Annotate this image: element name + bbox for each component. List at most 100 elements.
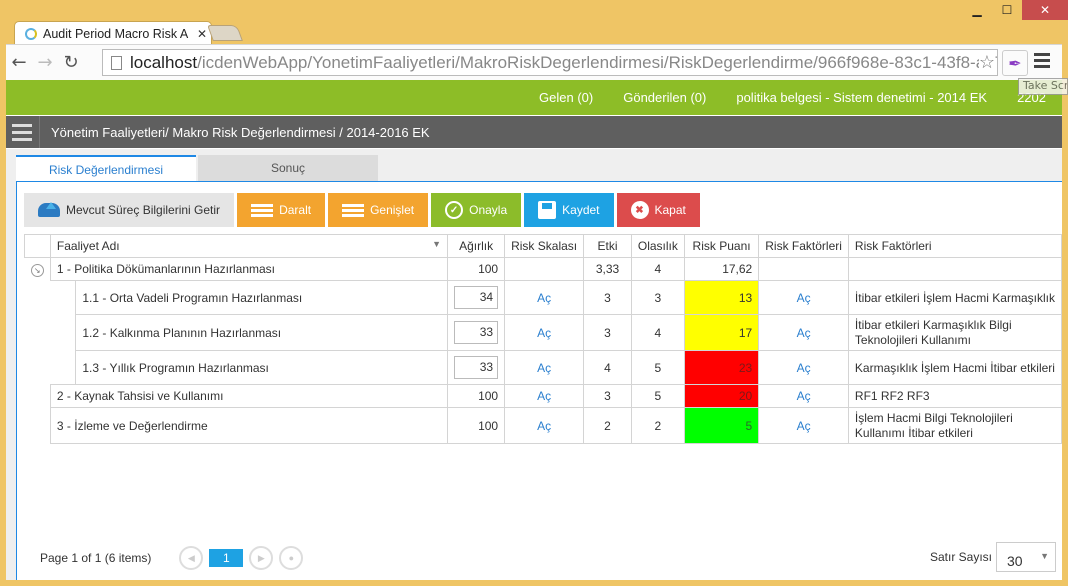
risk-factors-link[interactable]: Aç bbox=[758, 280, 849, 315]
approve-button[interactable]: ✓ Onayla bbox=[431, 193, 522, 227]
screenshot-extension-icon[interactable]: ✒ bbox=[1002, 50, 1028, 76]
rows-label: Satır Sayısı bbox=[929, 550, 992, 564]
risk-factors-link bbox=[758, 257, 849, 281]
tooltip: Take Scr bbox=[1018, 78, 1068, 95]
probability-value: 3 bbox=[630, 280, 685, 315]
col-header-weight[interactable]: Ağırlık bbox=[447, 234, 506, 258]
bookmark-star-icon[interactable]: ☆ bbox=[978, 52, 995, 73]
risk-scale-link[interactable]: Aç bbox=[504, 350, 585, 385]
rows-per-page-select[interactable]: 30 ▼ bbox=[996, 542, 1056, 572]
risk-scale-link[interactable]: Aç bbox=[504, 384, 585, 408]
tab-risk-assessment[interactable]: Risk Değerlendirmesi bbox=[16, 155, 196, 183]
url-path: /icdenWebApp/YonetimFaaliyetleri/MakroRi… bbox=[197, 52, 998, 72]
rows-value: 30 bbox=[1007, 553, 1023, 569]
activity-name: 1.1 - Orta Vadeli Programın Hazırlanması bbox=[75, 280, 449, 315]
weight-input[interactable]: 33 bbox=[454, 356, 499, 379]
impact-value: 3 bbox=[583, 384, 632, 408]
weight-value: 100 bbox=[447, 384, 506, 408]
collapse-button[interactable]: Daralt bbox=[237, 193, 326, 227]
risk-factors: İtibar etkileri İşlem Hacmi Karmaşıklık bbox=[847, 280, 1063, 315]
sort-icon[interactable]: ▼ bbox=[432, 239, 441, 249]
activity-name: 1.3 - Yıllık Programın Hazırlanması bbox=[75, 350, 449, 385]
probability-value: 4 bbox=[630, 314, 685, 351]
risk-factors-link[interactable]: Aç bbox=[758, 384, 849, 408]
show-all-icon[interactable]: ● bbox=[279, 546, 304, 570]
context-label[interactable]: politika belgesi - Sistem denetimi - 201… bbox=[736, 90, 987, 105]
approve-label: Onayla bbox=[469, 203, 508, 217]
content-area: Risk Değerlendirmesi Sonuç Mevcut Süreç … bbox=[6, 149, 1063, 580]
collapse-label: Daralt bbox=[279, 203, 312, 217]
risk-factors-link[interactable]: Aç bbox=[758, 314, 849, 351]
risk-factors: İşlem Hacmi Bilgi Teknolojileri Kullanım… bbox=[847, 407, 1063, 444]
minimize-button[interactable]: ▁ bbox=[962, 0, 992, 20]
page-icon bbox=[111, 55, 122, 70]
address-bar[interactable]: localhost /icdenWebApp/YonetimFaaliyetle… bbox=[102, 49, 998, 76]
fetch-process-button[interactable]: Mevcut Süreç Bilgilerini Getir bbox=[24, 193, 235, 227]
back-button[interactable]: ← bbox=[6, 52, 32, 73]
page-number-button[interactable]: 1 bbox=[209, 549, 244, 567]
browser-toolbar: ← → ↻ localhost /icdenWebApp/YonetimFaal… bbox=[6, 44, 1062, 80]
chevron-down-icon[interactable]: ▼ bbox=[1040, 551, 1049, 561]
browser-titlebar: Audit Period Macro Risk A ✕ ▁ ☐ ✕ bbox=[0, 0, 1068, 45]
rows-per-page: Satır Sayısı 30 ▼ bbox=[930, 542, 1056, 572]
inbox-link[interactable]: Gelen (0) bbox=[539, 90, 593, 105]
risk-scale-link[interactable]: Aç bbox=[504, 314, 585, 351]
save-button[interactable]: Kaydet bbox=[524, 193, 614, 227]
close-window-button[interactable]: ✕ bbox=[1022, 0, 1068, 20]
close-button[interactable]: ✖ Kapat bbox=[616, 193, 700, 227]
new-tab-button[interactable] bbox=[207, 25, 243, 41]
risk-scale-link bbox=[504, 257, 585, 281]
col-header-risk-factors[interactable]: Risk Faktörleri bbox=[847, 234, 1063, 258]
list-expand-icon bbox=[342, 203, 365, 218]
col-header-risk-scale[interactable]: Risk Skalası bbox=[504, 234, 585, 258]
risk-scale-link[interactable]: Aç bbox=[504, 407, 585, 444]
risk-factors: Karmaşıklık İşlem Hacmi İtibar etkileri bbox=[847, 350, 1063, 385]
risk-factors: İtibar etkileri Karmaşıklık Bilgi Teknol… bbox=[847, 314, 1063, 351]
prev-page-icon[interactable]: ◀ bbox=[179, 546, 204, 570]
reload-button[interactable]: ↻ bbox=[58, 52, 84, 73]
table-row: 1.3 - Yıllık Programın Hazırlanması 33 A… bbox=[25, 350, 1063, 385]
weight-value: 100 bbox=[447, 407, 506, 444]
activity-name: 1.2 - Kalkınma Planının Hazırlanması bbox=[75, 314, 449, 351]
table-row: 2 - Kaynak Tahsisi ve Kullanımı 100 Aç 3… bbox=[25, 384, 1063, 408]
table-row: 3 - İzleme ve Değerlendirme 100 Aç 2 2 5… bbox=[25, 407, 1063, 444]
expand-button[interactable]: Genişlet bbox=[328, 193, 429, 227]
tab-panel: Mevcut Süreç Bilgilerini Getir Daralt Ge… bbox=[16, 181, 1063, 580]
hamburger-menu-icon[interactable] bbox=[6, 116, 40, 148]
tab-strip: Risk Değerlendirmesi Sonuç bbox=[16, 155, 378, 183]
risk-scale-link[interactable]: Aç bbox=[504, 280, 585, 315]
expand-col-header bbox=[24, 234, 51, 258]
risk-factors-link[interactable]: Aç bbox=[758, 350, 849, 385]
maximize-button[interactable]: ☐ bbox=[992, 0, 1022, 20]
next-page-icon[interactable]: ▶ bbox=[249, 546, 274, 570]
weight-input[interactable]: 34 bbox=[454, 286, 499, 309]
activity-name: 2 - Kaynak Tahsisi ve Kullanımı bbox=[49, 384, 449, 408]
table-row: 1.2 - Kalkınma Planının Hazırlanması 33 … bbox=[25, 314, 1063, 351]
risk-score: 23 bbox=[683, 350, 760, 385]
top-header: Gelen (0) Gönderilen (0) politika belges… bbox=[6, 80, 1062, 116]
tab-result[interactable]: Sonuç bbox=[198, 155, 378, 181]
col-header-impact[interactable]: Etki bbox=[583, 234, 632, 258]
risk-table: Faaliyet Adı ▼ Ağırlık Risk Skalası Etki … bbox=[24, 234, 1063, 444]
browser-tab[interactable]: Audit Period Macro Risk A ✕ bbox=[14, 21, 212, 45]
collapse-row-icon[interactable]: ↘ bbox=[30, 263, 44, 277]
col-header-risk-score[interactable]: Risk Puanı bbox=[683, 234, 760, 258]
sent-link[interactable]: Gönderilen (0) bbox=[623, 90, 706, 105]
table-row: 1.1 - Orta Vadeli Programın Hazırlanması… bbox=[25, 280, 1063, 315]
forward-button[interactable]: → bbox=[32, 52, 58, 73]
probability-value: 4 bbox=[630, 257, 685, 281]
risk-score: 20 bbox=[683, 384, 760, 408]
col-header-activity[interactable]: Faaliyet Adı ▼ bbox=[49, 234, 449, 258]
browser-menu-icon[interactable] bbox=[1034, 53, 1050, 71]
breadcrumb-bar: Yönetim Faaliyetleri/ Makro Risk Değerle… bbox=[6, 116, 1062, 148]
col-header-probability[interactable]: Olasılık bbox=[630, 234, 685, 258]
risk-factors-link[interactable]: Aç bbox=[758, 407, 849, 444]
probability-value: 5 bbox=[630, 350, 685, 385]
weight-input[interactable]: 33 bbox=[454, 321, 499, 344]
impact-value: 2 bbox=[583, 407, 632, 444]
impact-value: 3 bbox=[583, 314, 632, 351]
impact-value: 4 bbox=[583, 350, 632, 385]
tab-title: Audit Period Macro Risk A bbox=[43, 26, 189, 41]
cloud-upload-icon bbox=[38, 202, 60, 217]
col-header-risk-factors-link[interactable]: Risk Faktörleri bbox=[758, 234, 849, 258]
